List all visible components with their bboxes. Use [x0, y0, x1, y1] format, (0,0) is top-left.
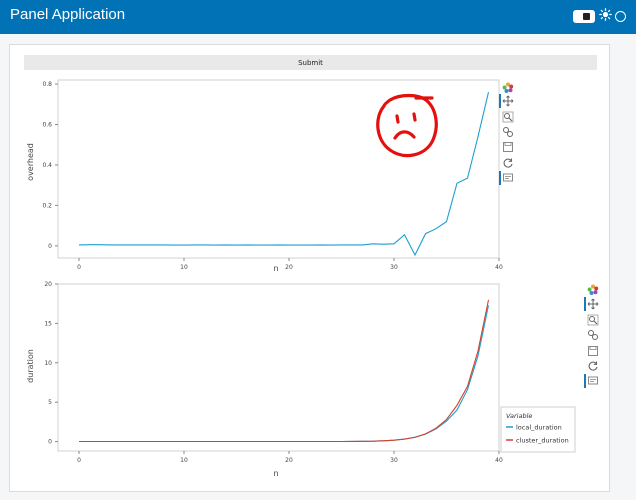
duration-x-tick-label: 0: [77, 457, 81, 464]
reset-icon[interactable]: [502, 157, 514, 169]
overhead-x-tick-label: 40: [495, 264, 503, 271]
duration-plot: 0 5 10 15 20 0 10 20 30 40 n duration Variable l…: [26, 281, 576, 478]
duration-y-tick-label: 5: [48, 399, 52, 406]
legend-label-local: local_duration: [516, 424, 562, 432]
pan-icon[interactable]: [502, 95, 514, 107]
save-icon[interactable]: [587, 345, 599, 357]
legend-label-cluster: cluster_duration: [516, 437, 569, 445]
wheel-zoom-icon[interactable]: [502, 126, 514, 138]
overhead-x-ticks: 0 10 20 30 40: [77, 258, 503, 271]
duration-legend: Variable local_duration cluster_duration: [500, 406, 576, 453]
overhead-x-tick-label: 20: [285, 264, 293, 271]
overhead-y-tick-label: 0.4: [42, 162, 52, 169]
box-zoom-icon[interactable]: [587, 314, 599, 326]
overhead-y-tick-label: 0: [48, 243, 52, 250]
duration-y-ticks: 0 5 10 15 20: [44, 281, 58, 446]
duration-y-tick-label: 0: [48, 439, 52, 446]
duration-x-tick-label: 10: [180, 457, 188, 464]
overhead-xlabel: n: [273, 264, 278, 273]
overhead-y-ticks: 0 0.2 0.4 0.6 0.8: [42, 81, 58, 250]
duration-x-ticks: 0 10 20 30 40: [77, 451, 503, 464]
plots-canvas: 0 0.2 0.4 0.6 0.8 0 10 20 30 40 n overhead 0 5 10 1…: [26, 79, 576, 478]
duration-plot-frame: [57, 283, 500, 452]
hover-active-indicator: [584, 374, 586, 388]
overhead-x-tick-label: 30: [390, 264, 398, 271]
duration-x-tick-label: 30: [390, 457, 398, 464]
duration-xlabel: n: [273, 469, 278, 478]
overhead-x-tick-label: 10: [180, 264, 188, 271]
bokeh-logo-icon[interactable]: [587, 284, 599, 296]
duration-ylabel: duration: [26, 349, 35, 383]
duration-y-tick-label: 10: [44, 360, 52, 367]
pan-active-indicator: [499, 94, 501, 108]
bokeh-logo-icon[interactable]: [502, 82, 514, 94]
save-icon[interactable]: [502, 141, 514, 153]
overhead-y-tick-label: 0.6: [42, 122, 52, 129]
duration-y-tick-label: 20: [44, 281, 52, 288]
pan-active-indicator: [584, 297, 586, 311]
duration-y-tick-label: 15: [44, 320, 52, 327]
duration-x-tick-label: 40: [495, 457, 503, 464]
overhead-x-tick-label: 0: [77, 264, 81, 271]
reset-icon[interactable]: [587, 360, 599, 372]
wheel-zoom-icon[interactable]: [587, 329, 599, 341]
overhead-y-tick-label: 0.2: [42, 202, 52, 209]
pan-icon[interactable]: [587, 298, 599, 310]
overhead-ylabel: overhead: [26, 143, 35, 181]
overhead-y-tick-label: 0.8: [42, 81, 52, 88]
overhead-plot: 0 0.2 0.4 0.6 0.8 0 10 20 30 40 n overhead: [26, 79, 503, 273]
hover-active-indicator: [499, 171, 501, 185]
hover-icon[interactable]: [587, 375, 599, 387]
legend-title: Variable: [506, 412, 532, 420]
box-zoom-icon[interactable]: [502, 111, 514, 123]
hover-icon[interactable]: [502, 172, 514, 184]
duration-x-tick-label: 20: [285, 457, 293, 464]
